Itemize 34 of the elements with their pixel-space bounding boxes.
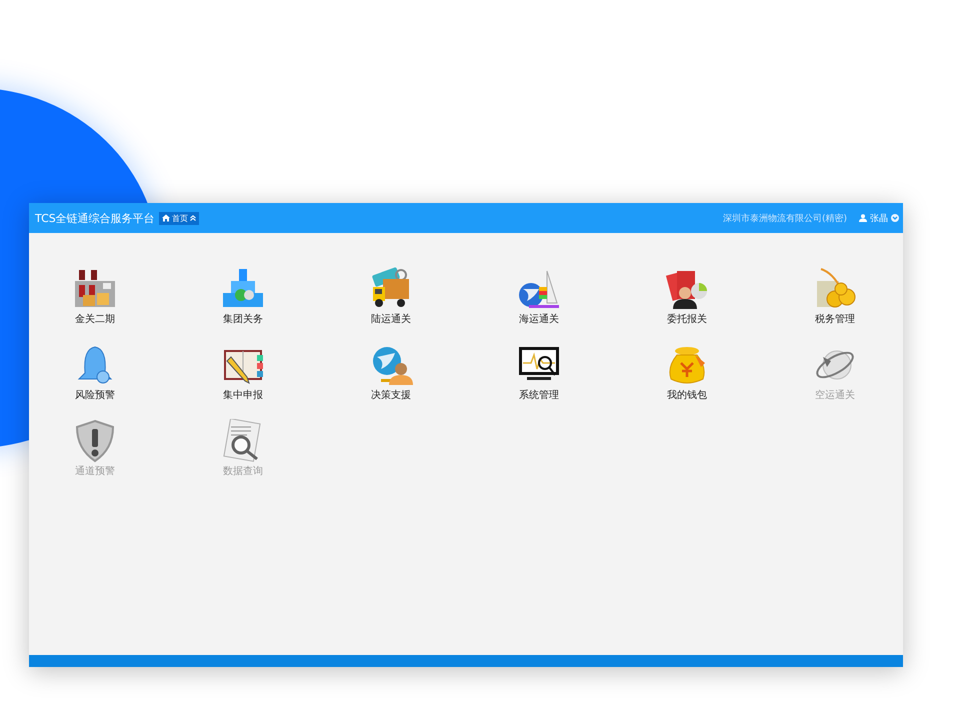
app-tile[interactable]: 集中申报 (169, 343, 317, 402)
tile-label: 海运通关 (519, 312, 559, 326)
app-tile[interactable]: 决策支援 (317, 343, 465, 402)
tile-label: 风险预警 (75, 389, 115, 402)
app-tile[interactable]: 海运通关 (465, 267, 613, 326)
home-icon (162, 214, 170, 222)
app-tile[interactable]: 我的钱包 (613, 343, 761, 402)
chevron-up-icon (190, 215, 196, 221)
tile-label: 我的钱包 (667, 388, 707, 402)
warning-shield-icon (73, 419, 117, 463)
tile-label: 税务管理 (815, 312, 855, 326)
app-tile[interactable]: 金关二期 (21, 267, 169, 326)
tile-label: 系统管理 (519, 388, 559, 402)
app-tile[interactable]: 集团关务 (169, 267, 317, 326)
app-tile[interactable]: 系统管理 (465, 343, 613, 402)
app-tile[interactable]: 风险预警 (21, 343, 169, 402)
app-tile[interactable]: 陆运通关 (317, 267, 465, 326)
user-icon (859, 214, 867, 222)
tile-label: 数据查询 (223, 464, 263, 478)
home-button[interactable]: 首页 (158, 212, 199, 224)
tile-label: 委托报关 (667, 312, 707, 326)
tile-label: 决策支援 (371, 388, 411, 402)
tile-label: 通道预警 (75, 464, 115, 478)
app-tile[interactable]: 委托报关 (613, 267, 761, 326)
tile-label: 集中申报 (223, 388, 263, 402)
app-tile[interactable]: 税务管理 (761, 267, 909, 326)
company-name: 深圳市泰洲物流有限公司(精密) (722, 212, 847, 224)
tile-label: 空运通关 (815, 388, 855, 402)
tile-label: 集团关务 (223, 312, 263, 326)
tile-label: 陆运通关 (371, 312, 411, 326)
platform-title: TCS全链通综合服务平台 (35, 210, 155, 226)
user-name: 张晶 (870, 212, 888, 224)
tile-label: 金关二期 (75, 312, 115, 326)
chevron-down-icon (891, 214, 899, 222)
